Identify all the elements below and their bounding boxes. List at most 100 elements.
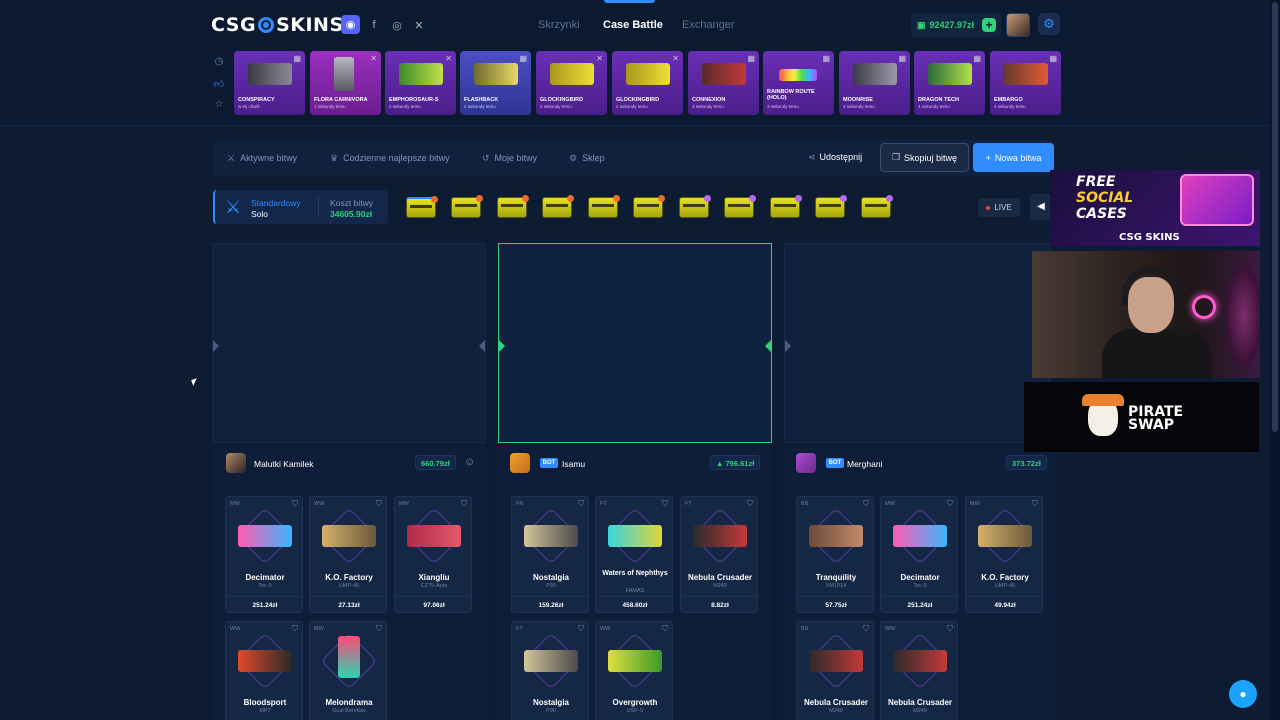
live-drop[interactable]: ▦ EMBARGO 4 sekundy temu (990, 51, 1061, 115)
item-price: 97.06zł (395, 596, 473, 614)
item-card[interactable]: MW ⛉ Xiangliu CZ75-Auto 97.06zł (394, 496, 473, 614)
free-social-cases-banner[interactable]: FREE SOCIAL CASES CSG SKINS (1050, 170, 1260, 246)
item-card[interactable]: MW ⛉ Decimator Tec-9 251.24zł (880, 496, 959, 613)
new-battle-button[interactable]: + Nowa bitwa (973, 143, 1054, 172)
nav-shop[interactable]: ⚙ Sklep (569, 153, 605, 164)
marker-right-icon (765, 340, 771, 352)
item-name: Nostalgia (532, 573, 569, 582)
live-drop[interactable]: ▦ CONNEXION 3 sekundy temu (688, 51, 759, 115)
live-drop[interactable]: ▦ RAINBOW ROUTE (HOLO) 3 sekundy temu (763, 51, 834, 115)
x-twitter-icon[interactable]: ✕ (410, 16, 428, 34)
live-drop[interactable]: ✕ GLOCKINGBIRD 2 sekundy temu (612, 51, 683, 115)
drop-time: 2 sekundy temu (389, 104, 421, 109)
case-icon: ▦ (293, 54, 301, 63)
deposit-button[interactable]: + (982, 18, 996, 32)
item-wear: BS (801, 626, 809, 632)
user-avatar[interactable] (1006, 13, 1030, 37)
emoji-icon[interactable]: ☺ (464, 456, 475, 468)
item-card[interactable]: BS ⛉ Tranquility XM1014 57.75zł (796, 496, 875, 613)
thumbs-up-icon[interactable]: 👍︎ (213, 78, 225, 90)
player-total: ▲ 796.61zł (710, 455, 761, 470)
item-name: Nebula Crusader (887, 698, 953, 707)
case-icon: ▦ (822, 54, 830, 63)
clock-icon[interactable]: ◷ (213, 56, 225, 68)
live-drop[interactable]: ▦ CONSPIRACY w tej chwili (234, 51, 305, 115)
chat-bubble-icon[interactable]: ● (1229, 680, 1257, 708)
item-card[interactable]: WW ⛉ Nebula Crusader M249 (880, 621, 958, 720)
pirateswap-banner[interactable]: PIRATE SWAP (1024, 382, 1259, 452)
item-price: 458.60zł (596, 596, 674, 614)
facebook-icon[interactable]: f (365, 16, 383, 34)
roll-slot (784, 243, 1050, 443)
case-icon[interactable] (861, 195, 893, 218)
star-icon[interactable]: ☆ (213, 99, 225, 111)
weapon-image (893, 650, 947, 672)
tab-cases[interactable]: Skrzynki (538, 19, 580, 31)
item-card[interactable]: FT ⛉ Waters of Nephthys FAMAS 458.60zł (595, 496, 674, 614)
scrollbar-thumb[interactable] (1272, 2, 1278, 432)
case-badge (613, 195, 620, 202)
item-wear: FT (516, 626, 523, 632)
logo[interactable]: CSG SKINS (211, 14, 344, 36)
item-card[interactable]: MW ⛉ Melondrama Dual Berettas (309, 621, 387, 720)
avatar[interactable] (796, 453, 816, 473)
item-name: Nebula Crusader (687, 573, 753, 582)
avatar[interactable] (510, 453, 530, 473)
drop-time: 2 sekundy temu (540, 104, 572, 109)
shield-icon: ⛉ (1032, 499, 1038, 508)
balance-display[interactable]: ▣ 92427.97zł + (911, 13, 1001, 37)
case-icon[interactable] (451, 195, 483, 218)
item-card[interactable]: WW ⛉ Overgrowth USP-S (595, 621, 673, 720)
drop-name: GLOCKINGBIRD (616, 97, 660, 103)
item-name: Bloodsport (243, 698, 287, 707)
item-card[interactable]: MW ⛉ Decimator Tec-9 251.24zł (225, 496, 304, 613)
item-card[interactable]: FT ⛉ Nostalgia P90 (511, 621, 589, 720)
case-icon[interactable] (542, 195, 574, 218)
item-card[interactable]: FN ⛉ Nostalgia P90 159.26zł (511, 496, 590, 613)
case-icon[interactable] (679, 195, 711, 218)
discord-icon[interactable]: ◉ (341, 15, 360, 34)
nav-my-battles[interactable]: ↺ Moje bitwy (482, 153, 537, 164)
weapon-image (693, 525, 747, 547)
tab-case-battle[interactable]: Case Battle (603, 19, 663, 31)
case-icon[interactable] (770, 195, 802, 218)
case-icon[interactable] (406, 196, 438, 218)
case-icon: ▦ (519, 54, 527, 63)
case-icon[interactable] (815, 195, 847, 218)
item-card[interactable]: WW ⛉ Bloodsport MP7 (225, 621, 303, 720)
live-drop[interactable]: ✕ EMPHOROSAUR-S 2 sekundy temu (385, 51, 456, 115)
case-icon[interactable] (588, 195, 620, 218)
item-weapon: UMP-45 (994, 583, 1016, 589)
page-scrollbar[interactable] (1270, 0, 1280, 720)
item-card[interactable]: MW ⛉ K.O. Factory UMP-45 49.94zł (965, 496, 1044, 613)
item-weapon: P90 (546, 583, 556, 589)
settings-gear-icon[interactable]: ⚙ (1038, 13, 1060, 35)
live-drop[interactable]: ▦ MOONRISE 4 sekundy temu (839, 51, 910, 115)
active-tab-indicator (604, 0, 655, 3)
shop-icon: ⚙ (569, 153, 578, 163)
live-drop[interactable]: ✕ FLORA CARNIVORA 1 sekundy temu (310, 51, 381, 115)
live-drop[interactable]: ▦ DRAGON TECH 4 sekundy temu (914, 51, 985, 115)
case-icon[interactable] (497, 195, 529, 218)
drop-name: RAINBOW ROUTE (HOLO) (767, 89, 815, 101)
prev-arrow-icon[interactable]: ◀ (1030, 194, 1052, 220)
copy-battle-button[interactable]: ❐ Skopiuj bitwę (880, 143, 969, 172)
nav-daily-best[interactable]: ♛ Codzienne najlepsze bitwy (330, 153, 450, 164)
share-button[interactable]: ⋖ Udostępnij (808, 152, 862, 163)
item-card[interactable]: FT ⛉ Nebula Crusader M249 8.82zł (680, 496, 759, 613)
live-drop[interactable]: ▦ FLASHBACK 2 sekundy temu (460, 51, 531, 115)
item-card[interactable]: BS ⛉ Nebula Crusader M249 (796, 621, 874, 720)
banner-line: SOCIAL (1076, 190, 1134, 206)
tab-exchanger[interactable]: Exchanger (682, 19, 735, 31)
item-weapon: M249 (713, 583, 727, 589)
case-icon[interactable] (724, 195, 756, 218)
nav-active-battles[interactable]: ⚔ Aktywne bitwy (227, 153, 297, 164)
battle-cost: 34605.90zł (330, 209, 373, 219)
live-drop[interactable]: ✕ GLOCKINGBIRD 2 sekundy temu (536, 51, 607, 115)
player-total: 373.72zł (1006, 455, 1047, 470)
case-icon[interactable] (633, 195, 665, 218)
item-card[interactable]: WW ⛉ K.O. Factory UMP-45 27.13zł (309, 496, 388, 613)
avatar[interactable] (226, 453, 246, 473)
instagram-icon[interactable]: ◎ (388, 16, 406, 34)
item-name: Decimator (900, 573, 940, 582)
